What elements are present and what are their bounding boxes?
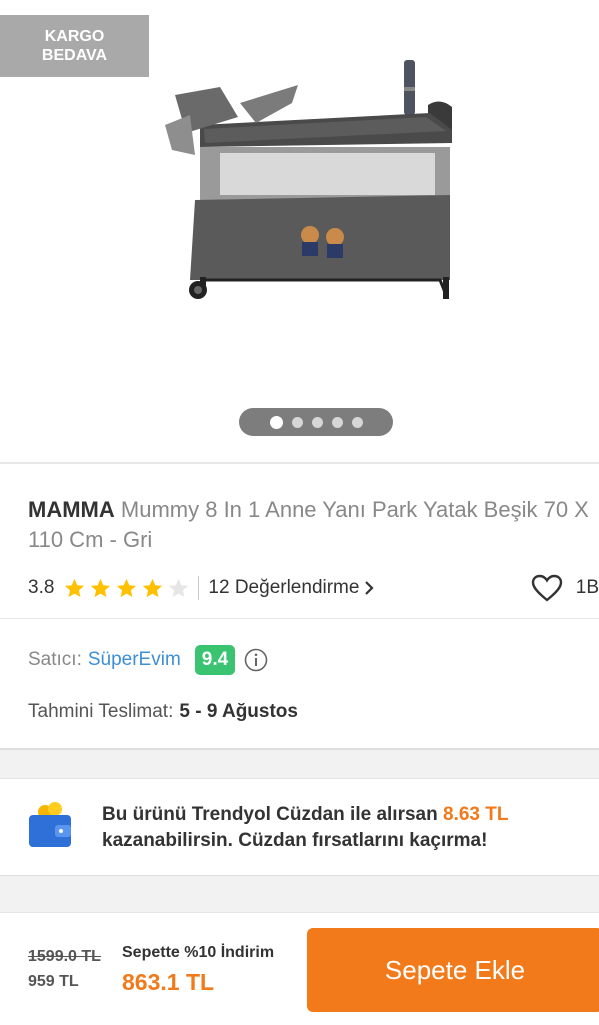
original-price: 1599.0 TL [28, 948, 101, 965]
carousel-dot[interactable] [331, 416, 343, 428]
star-empty-icon [169, 578, 189, 597]
divider [0, 462, 599, 464]
badge-line-2: BEDAVA [41, 47, 108, 64]
carousel-dot[interactable] [269, 415, 283, 429]
cart-discount-label: Sepette %10 İndirim [122, 944, 275, 961]
product-brand[interactable]: MAMMA [28, 497, 115, 522]
divider [0, 618, 599, 619]
wallet-promo-card[interactable]: Bu ürünü Trendyol Cüzdan ile alırsan 8.6… [0, 778, 599, 877]
wallet-icon [29, 802, 71, 847]
delivery-label: Tahmini Teslimat: [28, 701, 174, 722]
wallet-amount: 8.63 TL [443, 804, 509, 825]
final-price: 863.1 TL [122, 969, 215, 995]
wallet-text-after: kazanabilirsin. Cüzdan fırsatlarını kaçı… [102, 830, 488, 851]
bottom-purchase-bar: 1599.0 TL 959 TL Sepette %10 İndirim 863… [0, 912, 599, 1025]
favorites-count: 1B [575, 577, 599, 598]
wallet-promo-text: Bu ürünü Trendyol Cüzdan ile alırsan 8.6… [102, 802, 508, 854]
star-icon [65, 578, 85, 597]
reviews-link[interactable]: 12 Değerlendirme [208, 577, 375, 599]
heart-icon [531, 574, 562, 602]
seller-link[interactable]: SüperEvim [88, 649, 181, 671]
delivery-estimate: Tahmini Teslimat: 5 - 9 Ağustos [28, 698, 298, 726]
discounted-price: 959 TL [28, 973, 79, 990]
info-icon[interactable] [244, 648, 268, 672]
product-image-gallery[interactable]: KARGO BEDAVA [0, 0, 599, 455]
product-title: MAMMA Mummy 8 In 1 Anne Yanı Park Yatak … [28, 495, 598, 555]
wallet-text-before: Bu ürünü Trendyol Cüzdan ile alırsan [102, 804, 443, 825]
carousel-dot[interactable] [291, 416, 303, 428]
carousel-dot[interactable] [351, 416, 363, 428]
divider [198, 576, 200, 600]
carousel-indicator[interactable] [239, 408, 393, 436]
chevron-right-icon [365, 581, 375, 595]
seller-label: Satıcı: [28, 649, 82, 670]
add-to-cart-button[interactable]: Sepete Ekle [307, 928, 599, 1012]
star-icon [117, 578, 137, 597]
section-spacer [0, 748, 599, 780]
rating-value: 3.8 [28, 577, 55, 598]
delivery-value: 5 - 9 Ağustos [179, 701, 298, 722]
section-spacer [0, 876, 599, 912]
free-shipping-badge: KARGO BEDAVA [0, 15, 149, 77]
favorite-button[interactable]: 1B [531, 572, 599, 604]
star-icon [91, 578, 111, 597]
star-rating [63, 577, 190, 600]
seller-row: Satıcı: SüperEvim 9.4 [28, 642, 268, 678]
carousel-dot[interactable] [311, 416, 323, 428]
rating-row: 3.8 12 Değerlendirme 1B [28, 572, 599, 604]
badge-line-1: KARGO [44, 28, 105, 45]
product-image[interactable] [160, 55, 460, 305]
star-icon [143, 578, 163, 597]
seller-score-badge: 9.4 [194, 645, 236, 675]
reviews-label: 12 Değerlendirme [208, 577, 360, 598]
